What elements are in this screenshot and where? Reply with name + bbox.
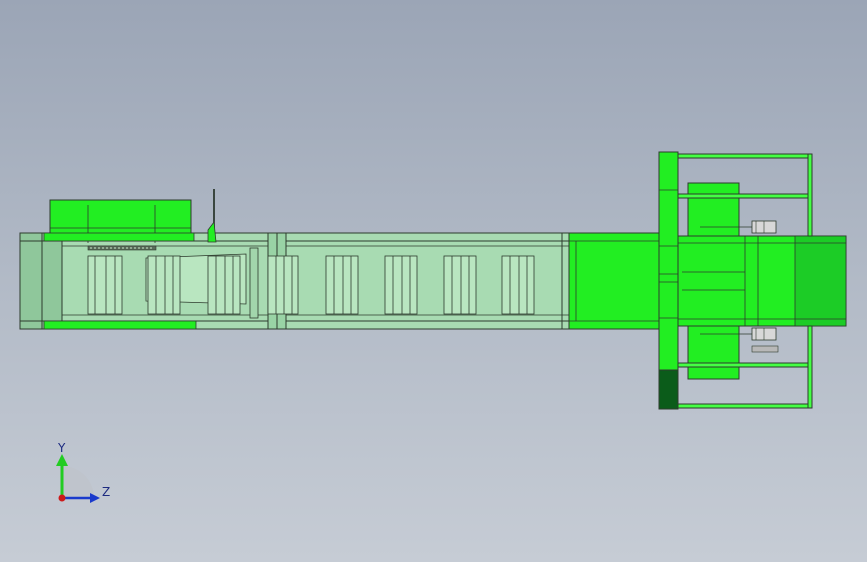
- conveyor-plate: [147, 255, 181, 315]
- z-axis-arrow: [90, 493, 100, 503]
- upper-frame: [677, 153, 813, 237]
- z-axis-label: Z: [102, 485, 111, 499]
- conveyor-plate: [267, 255, 299, 315]
- y-axis-arrow: [56, 454, 68, 466]
- conveyor-plate: [443, 255, 477, 315]
- conveyor-plate: [325, 255, 359, 315]
- drive-box-top[interactable]: [49, 199, 192, 237]
- conveyor-plate: [384, 255, 418, 315]
- triad-graphic: [56, 454, 100, 503]
- conveyor-plate: [501, 255, 535, 315]
- head-section[interactable]: [568, 232, 847, 330]
- chain-strip: [87, 245, 157, 251]
- head-post[interactable]: [658, 151, 679, 410]
- origin-dot: [58, 494, 66, 502]
- drive-box-bottom[interactable]: [43, 320, 197, 330]
- y-axis-label: Y: [58, 441, 66, 455]
- graphics-viewport[interactable]: Y Z: [0, 0, 867, 562]
- conveyor-plate: [87, 255, 123, 315]
- lower-frame: [677, 325, 813, 409]
- conveyor-assembly-model[interactable]: [0, 0, 867, 562]
- conveyor-plate: [207, 255, 241, 315]
- view-orientation-triad[interactable]: Y Z: [40, 436, 130, 516]
